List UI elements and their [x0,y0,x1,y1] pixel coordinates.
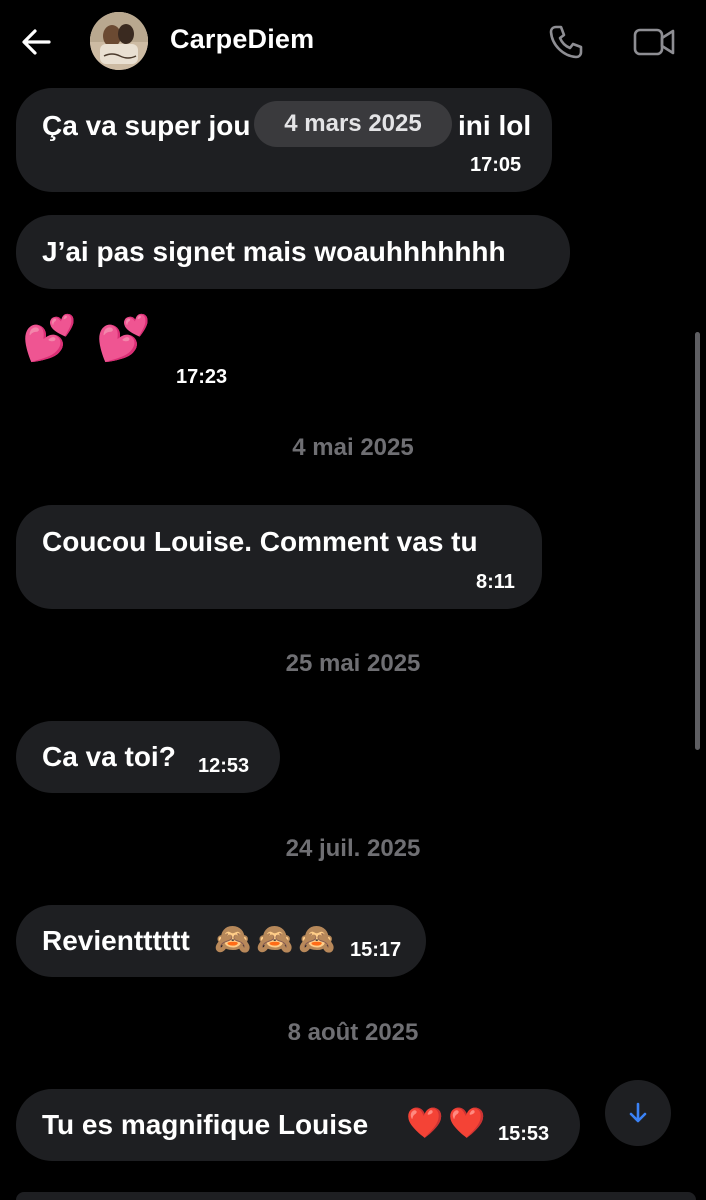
video-camera-icon [633,28,675,56]
avatar[interactable] [90,12,148,70]
back-button[interactable] [16,22,56,62]
date-separator: 4 mai 2025 [292,434,414,461]
floating-date-pill: 4 mars 2025 [254,101,452,147]
message-bubble-partial [16,1192,696,1200]
message-text-end: ini lol [458,110,532,141]
message-time: 8:11 [476,571,515,593]
message-time: 17:05 [470,154,522,176]
chat-header: CarpeDiem [0,0,706,84]
scrollbar[interactable] [695,332,700,750]
contact-name[interactable]: CarpeDiem [170,24,314,55]
arrow-down-icon [629,1102,647,1123]
emoji-message[interactable]: 💕 💕 17:23 [20,310,260,390]
date-separator: 8 août 2025 [287,1019,419,1046]
message-time: 15:17 [350,939,402,961]
red-heart-emoji: ❤️ [448,1107,486,1140]
message-text: J’ai pas signet mais woauhhhhhhh [42,236,506,267]
message-time: 12:53 [198,755,250,777]
message-bubble[interactable]: Ca va toi? 12:53 [16,721,280,793]
phone-icon [549,25,583,59]
message-bubble[interactable]: Coucou Louise. Comment vas tu 8:11 [16,505,542,609]
message-time: 17:23 [176,366,228,388]
scroll-to-bottom-button[interactable] [605,1080,671,1146]
message-time: 15:53 [498,1123,550,1145]
date-separator: 24 juil. 2025 [285,835,421,862]
date-separator: 25 mai 2025 [285,650,421,677]
message-text: Ça va super jou [42,110,251,141]
message-bubble[interactable]: J’ai pas signet mais woauhhhhhhh [16,215,570,289]
arrow-left-icon [22,29,51,55]
see-no-evil-monkey-emoji: 🙈 [256,923,294,956]
message-text: Tu es magnifique Louise [42,1109,369,1140]
red-heart-emoji: ❤️ [406,1107,444,1140]
message-text: Ca va toi? [42,741,176,772]
call-button[interactable] [544,20,588,64]
message-text: Coucou Louise. Comment vas tu [42,526,478,557]
see-no-evil-monkey-emoji: 🙈 [214,923,252,956]
message-text: Revientttttt [42,925,190,956]
two-hearts-emoji: 💕 [96,314,151,363]
see-no-evil-monkey-emoji: 🙈 [298,923,336,956]
message-bubble[interactable]: Revientttttt 🙈 🙈 🙈 15:17 [16,905,426,977]
video-call-button[interactable] [630,20,678,64]
message-bubble[interactable]: Tu es magnifique Louise ❤️ ❤️ 15:53 [16,1089,580,1161]
two-hearts-emoji: 💕 [22,314,77,363]
avatar-image [90,12,148,70]
